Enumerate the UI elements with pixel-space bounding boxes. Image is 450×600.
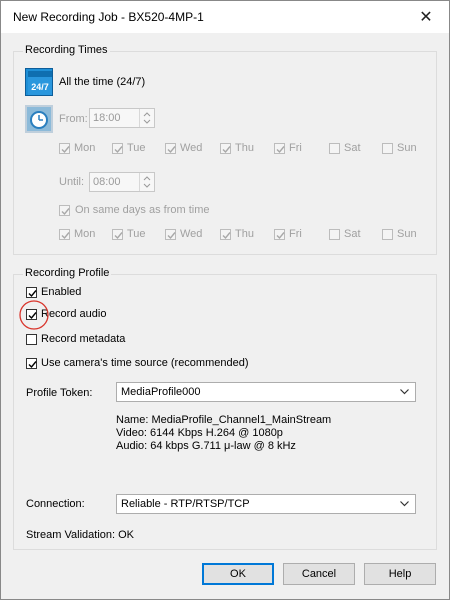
from-day-label: Sun <box>397 142 417 154</box>
from-day-checkbox[interactable] <box>274 143 285 154</box>
dialog-window: New Recording Job - BX520-4MP-1 ✕ Record… <box>0 0 450 600</box>
cancel-button[interactable]: Cancel <box>283 563 355 585</box>
until-day-label: Tue <box>127 228 146 240</box>
window-title: New Recording Job - BX520-4MP-1 <box>13 10 204 24</box>
record-metadata-label: Record metadata <box>41 333 126 345</box>
all-time-icon[interactable]: 24/7 <box>25 68 53 96</box>
chevron-down-icon <box>400 389 409 395</box>
from-day-checkbox[interactable] <box>382 143 393 154</box>
all-time-label[interactable]: All the time (24/7) <box>59 76 145 88</box>
until-day-checkbox[interactable] <box>382 229 393 240</box>
camera-time-checkbox[interactable] <box>26 358 37 369</box>
same-days-label: On same days as from time <box>75 204 210 216</box>
from-day-checkbox[interactable] <box>329 143 340 154</box>
from-day-label: Fri <box>289 142 302 154</box>
stream-validation-status: Stream Validation: OK <box>26 529 135 541</box>
from-day-label: Mon <box>74 142 96 154</box>
recording-profile-title: Recording Profile <box>23 267 112 279</box>
from-label: From: <box>59 113 88 125</box>
connection-select[interactable]: Reliable - RTP/RTSP/TCP <box>116 494 416 514</box>
from-day-label: Wed <box>180 142 203 154</box>
profile-info-name: Name: MediaProfile_Channel1_MainStream <box>116 414 332 426</box>
until-day-checkbox[interactable] <box>274 229 285 240</box>
until-day-checkbox[interactable] <box>59 229 70 240</box>
until-time-input[interactable]: 08:00 <box>89 172 155 192</box>
title-bar: New Recording Job - BX520-4MP-1 ✕ <box>1 1 449 33</box>
clock-icon[interactable] <box>25 105 53 133</box>
svg-text:24/7: 24/7 <box>31 82 49 92</box>
from-day-label: Tue <box>127 142 146 154</box>
from-day-label: Thu <box>235 142 254 154</box>
profile-token-select[interactable]: MediaProfile000 <box>116 382 416 402</box>
from-day-label: Sat <box>344 142 361 154</box>
chevron-down-icon <box>400 501 409 507</box>
camera-time-label: Use camera's time source (recommended) <box>41 357 249 369</box>
profile-token-label: Profile Token: <box>26 387 93 399</box>
from-day-checkbox[interactable] <box>59 143 70 154</box>
profile-info-audio: Audio: 64 kbps G.711 μ-law @ 8 kHz <box>116 440 296 452</box>
from-day-checkbox[interactable] <box>220 143 231 154</box>
until-day-label: Wed <box>180 228 203 240</box>
enabled-label: Enabled <box>41 286 82 298</box>
until-day-checkbox[interactable] <box>220 229 231 240</box>
recording-times-title: Recording Times <box>23 44 110 56</box>
help-button[interactable]: Help <box>364 563 436 585</box>
until-day-checkbox[interactable] <box>329 229 340 240</box>
until-day-label: Thu <box>235 228 254 240</box>
until-day-label: Sat <box>344 228 361 240</box>
until-label: Until: <box>59 176 85 188</box>
from-time-input[interactable]: 18:00 <box>89 108 155 128</box>
record-metadata-checkbox[interactable] <box>26 334 37 345</box>
from-day-checkbox[interactable] <box>112 143 123 154</box>
same-days-checkbox[interactable] <box>59 205 70 216</box>
highlight-circle-annotation <box>19 300 49 330</box>
profile-info-video: Video: 6144 Kbps H.264 @ 1080p <box>116 427 283 439</box>
until-day-label: Fri <box>289 228 302 240</box>
close-icon[interactable]: ✕ <box>403 1 449 33</box>
until-day-label: Mon <box>74 228 96 240</box>
until-day-checkbox[interactable] <box>112 229 123 240</box>
ok-button[interactable]: OK <box>202 563 274 585</box>
until-day-label: Sun <box>397 228 417 240</box>
until-day-checkbox[interactable] <box>165 229 176 240</box>
enabled-checkbox[interactable] <box>26 287 37 298</box>
connection-label: Connection: <box>26 498 85 510</box>
from-day-checkbox[interactable] <box>165 143 176 154</box>
